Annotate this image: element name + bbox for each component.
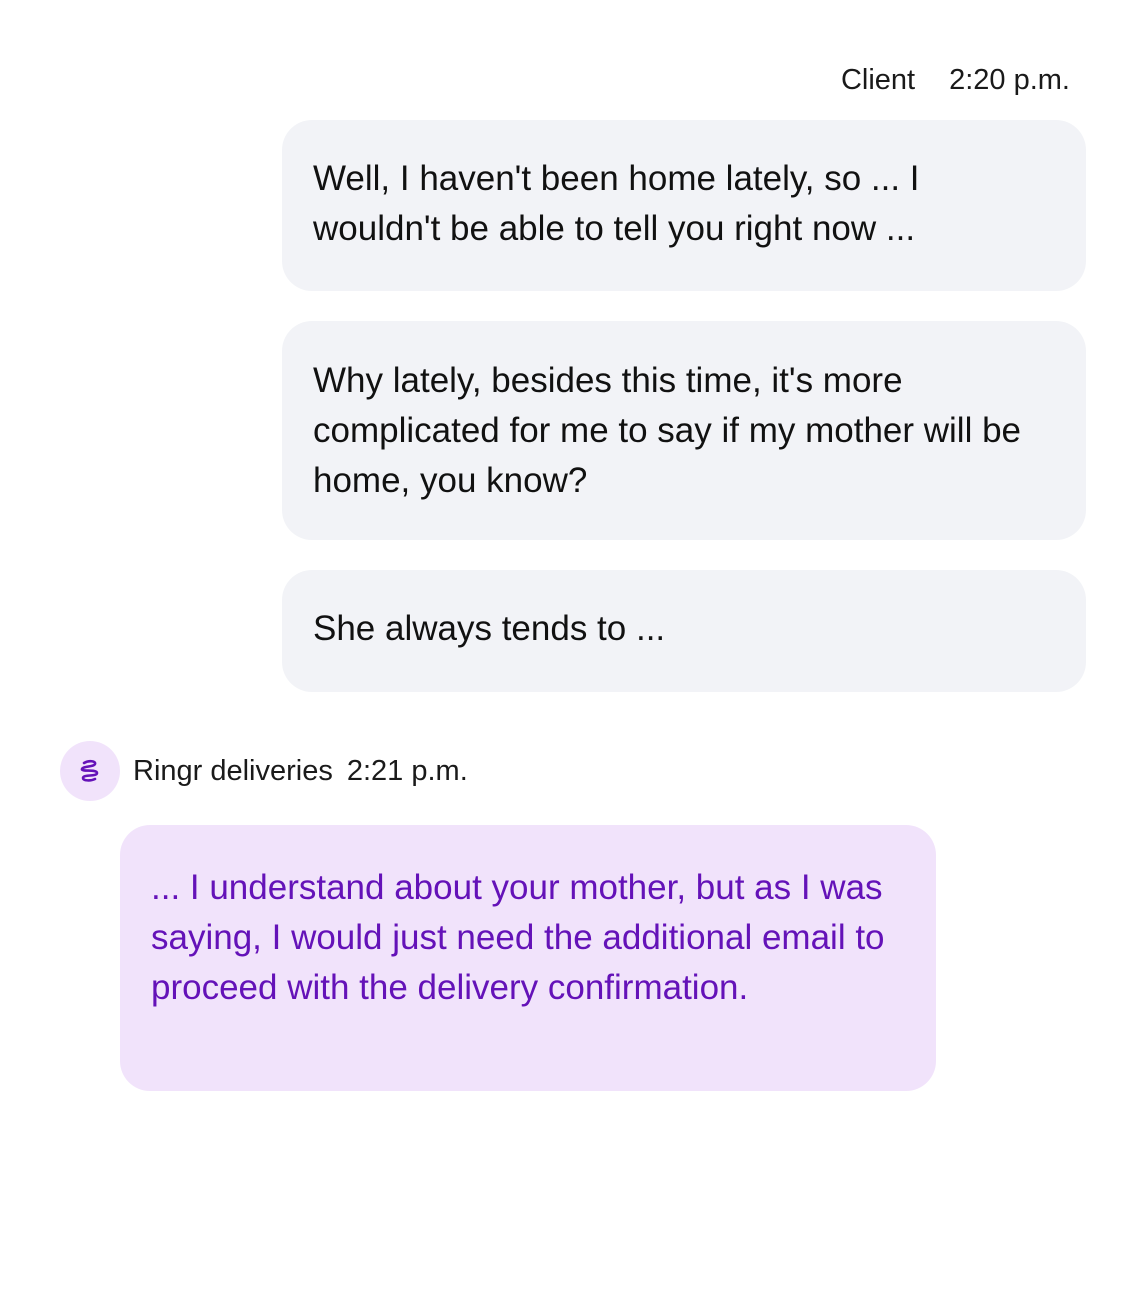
- agent-message-bubble: ... I understand about your mother, but …: [120, 825, 936, 1091]
- sender-name: Ringr deliveries: [133, 754, 333, 787]
- message-text: Why lately, besides this time, it's more…: [313, 361, 1022, 500]
- ringr-logo-icon: [80, 759, 99, 782]
- client-message-bubble: Well, I haven't been home lately, so ...…: [282, 120, 1086, 291]
- avatar: [60, 741, 120, 801]
- sender-name: Client: [840, 63, 916, 96]
- message-timestamp: 2:21 p.m.: [346, 754, 468, 787]
- message-timestamp: 2:20 p.m.: [949, 63, 1070, 96]
- agent-message-header: Ringr deliveries 2:21 p.m.: [60, 741, 468, 801]
- message-text: She always tends to ...: [313, 609, 666, 648]
- message-text: ... I understand about your mother, but …: [151, 868, 885, 1007]
- client-message-bubble: Why lately, besides this time, it's more…: [282, 321, 1086, 540]
- client-message-bubble: She always tends to ...: [282, 570, 1086, 692]
- client-message-header: Client 2:20 p.m.: [841, 60, 1070, 100]
- message-text: Well, I haven't been home lately, so ...…: [313, 159, 920, 248]
